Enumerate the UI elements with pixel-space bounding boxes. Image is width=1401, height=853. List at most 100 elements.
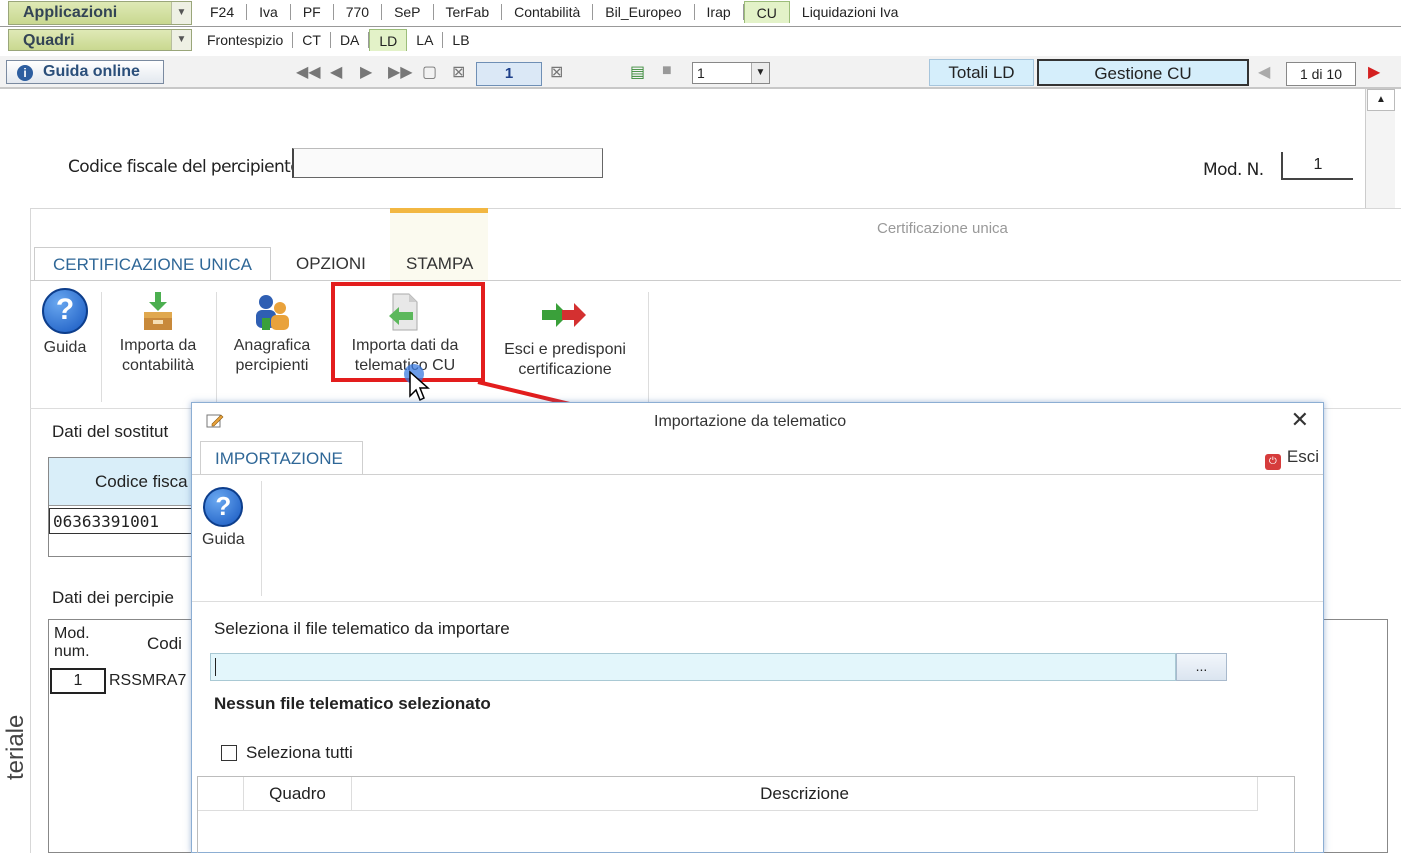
ribbon-divider xyxy=(30,280,1401,281)
previous-record-icon[interactable]: ◀ xyxy=(330,62,342,82)
side-vertical-text: teriale xyxy=(2,714,29,780)
ribbon-separator xyxy=(101,292,102,402)
tab-opzioni[interactable]: OPZIONI xyxy=(278,247,384,281)
row-cf-cell: RSSMRA7 xyxy=(109,672,187,689)
cf-percipiente-label: Codice fiscale del percipiente xyxy=(68,157,301,177)
dialog-guida-label: Guida xyxy=(202,531,245,548)
users-icon xyxy=(252,292,292,332)
import-box-icon xyxy=(141,292,175,332)
quadro-la[interactable]: LA xyxy=(407,32,444,48)
codice-fiscale-header: Codice fisca xyxy=(95,472,188,491)
dialog-ribbon-bottom xyxy=(192,601,1323,602)
menu-item-irap[interactable]: Irap xyxy=(695,4,744,20)
quadri-table: Quadro Descrizione xyxy=(197,776,1295,853)
menu-item-contabilita[interactable]: Contabilità xyxy=(502,4,594,20)
delete-page-icon[interactable]: ⊠ xyxy=(452,62,465,82)
column-descrizione: Descrizione xyxy=(352,777,1258,811)
file-path-input[interactable] xyxy=(210,653,1176,681)
mod-n-field[interactable]: 1 xyxy=(1281,152,1353,180)
module-select-value: 1 xyxy=(697,65,705,81)
quadro-ld[interactable]: LD xyxy=(369,29,408,51)
cf-percipiente-field[interactable] xyxy=(292,148,603,178)
last-record-icon[interactable]: ▶▶ xyxy=(388,62,413,82)
menu-item-bil-europeo[interactable]: Bil_Europeo xyxy=(593,4,695,20)
dialog-guida-button[interactable]: ? Guida xyxy=(202,487,245,549)
first-record-icon[interactable]: ◀◀ xyxy=(296,62,321,82)
page-number-field[interactable]: 1 xyxy=(476,62,542,86)
row-mod-cell[interactable]: 1 xyxy=(50,668,106,694)
chevron-down-icon[interactable]: ▼ xyxy=(751,63,769,83)
info-icon: i xyxy=(17,65,33,81)
quadro-frontespizio[interactable]: Frontespizio xyxy=(198,32,294,48)
menu-item-770[interactable]: 770 xyxy=(334,4,383,20)
totali-ld-button[interactable]: Totali LD xyxy=(929,59,1034,86)
mod-n-label: Mod. N. xyxy=(1203,160,1264,180)
next-record-icon[interactable]: ▶ xyxy=(360,62,372,82)
percipienti-label: Dati dei percipie xyxy=(52,588,174,607)
quadro-da[interactable]: DA xyxy=(331,32,370,48)
anagrafica-label-2: percipienti xyxy=(235,357,309,374)
menu-item-liquidazioni-iva[interactable]: Liquidazioni Iva xyxy=(790,4,911,20)
menu-item-iva[interactable]: Iva xyxy=(247,4,291,20)
sostituto-grid: Codice fisca 06363391001 xyxy=(48,457,198,557)
browse-button[interactable]: ... xyxy=(1176,653,1227,681)
scroll-up-icon[interactable]: ▲ xyxy=(1367,89,1395,111)
column-quadro: Quadro xyxy=(244,777,352,811)
select-file-label: Seleziona il file telematico da importar… xyxy=(214,619,510,638)
guida-online-label: Guida online xyxy=(43,63,140,80)
applicazioni-label: Applicazioni xyxy=(23,4,118,21)
importa-contabilita-button[interactable]: Importa da contabilità xyxy=(108,288,208,376)
importa-contabilita-label-1: Importa da xyxy=(119,337,197,354)
anagrafica-label-1: Anagrafica xyxy=(233,337,311,354)
page-indicator: 1 di 10 xyxy=(1286,62,1356,86)
importa-contabilita-label-2: contabilità xyxy=(121,357,195,374)
gestione-cu-button[interactable]: Gestione CU xyxy=(1037,59,1249,86)
module-select[interactable]: 1 ▼ xyxy=(692,62,770,84)
tab-certificazione-unica[interactable]: CERTIFICAZIONE UNICA xyxy=(34,247,271,281)
esci-label-1: Esci e predisponi xyxy=(504,341,626,358)
chevron-down-icon[interactable]: ▼ xyxy=(171,30,191,50)
vertical-scrollbar[interactable]: ▲ xyxy=(1365,89,1395,209)
form-icon[interactable]: ■ xyxy=(662,62,672,80)
applicazioni-combo[interactable]: Applicazioni ▼ xyxy=(8,1,192,25)
ribbon-separator xyxy=(216,292,217,402)
clear-page-icon[interactable]: ⊠ xyxy=(550,62,563,82)
guida-button[interactable]: ? Guida xyxy=(39,288,91,358)
mod-num-label-1: Mod. xyxy=(54,625,90,642)
codi-header: Codi xyxy=(147,634,182,653)
page-next-icon[interactable]: ▶ xyxy=(1368,62,1380,82)
menu-item-cu[interactable]: CU xyxy=(743,1,790,23)
quadri-menu: Frontespizio CT DA LD LA LB xyxy=(198,29,479,51)
close-icon[interactable]: ✕ xyxy=(1291,407,1309,433)
esci-button[interactable]: ⏻ Esci xyxy=(1264,447,1319,470)
menu-divider xyxy=(0,26,1401,27)
menu-item-f24[interactable]: F24 xyxy=(198,4,248,20)
select-all-checkbox[interactable] xyxy=(221,745,237,761)
percipienti-grid: Mod. num. Codi 1 RSSMRA7 xyxy=(48,619,198,853)
tab-importazione[interactable]: IMPORTAZIONE xyxy=(200,441,363,475)
dialog-tab-divider xyxy=(192,474,1323,475)
quadro-lb[interactable]: LB xyxy=(443,32,478,48)
help-icon: ? xyxy=(42,288,88,334)
help-icon: ? xyxy=(203,487,244,527)
apps-menu: F24 Iva PF 770 SeP TerFab Contabilità Bi… xyxy=(198,1,911,23)
menu-item-pf[interactable]: PF xyxy=(291,4,334,20)
panel-title: Certificazione unica xyxy=(877,220,1008,237)
quadro-ct[interactable]: CT xyxy=(293,32,331,48)
add-form-icon[interactable]: ▤ xyxy=(630,62,645,82)
guida-online-button[interactable]: i Guida online xyxy=(6,60,164,84)
page-previous-icon[interactable]: ◀ xyxy=(1258,62,1270,82)
codice-fiscale-cell[interactable]: 06363391001 xyxy=(49,508,197,534)
anagrafica-percipienti-button[interactable]: Anagrafica percipienti xyxy=(222,288,322,376)
quadri-combo[interactable]: Quadri ▼ xyxy=(8,29,192,51)
tab-stampa[interactable]: STAMPA xyxy=(388,247,491,281)
sostituto-label: Dati del sostitut xyxy=(52,422,169,441)
dialog-ribbon-separator xyxy=(261,481,262,596)
arrows-right-icon xyxy=(542,300,588,330)
mod-num-header: Mod. num. xyxy=(54,625,90,661)
menu-item-sep[interactable]: SeP xyxy=(382,4,434,20)
navigation-toolbar: i Guida online ◀◀ ◀ ▶ ▶▶ ▢ ⊠ 1 ⊠ ▤ ■ 1 ▼… xyxy=(0,56,1401,89)
new-page-icon[interactable]: ▢ xyxy=(422,62,437,82)
menu-item-terfab[interactable]: TerFab xyxy=(434,4,503,20)
chevron-down-icon[interactable]: ▼ xyxy=(171,2,191,24)
